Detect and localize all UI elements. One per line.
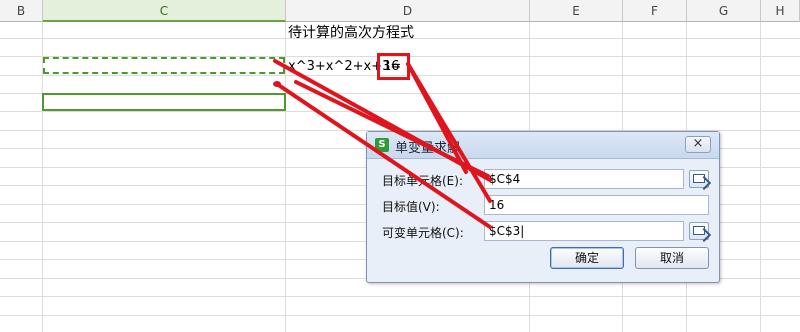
arrow-start-dot bbox=[273, 81, 281, 87]
annotation-arrows bbox=[273, 59, 492, 229]
